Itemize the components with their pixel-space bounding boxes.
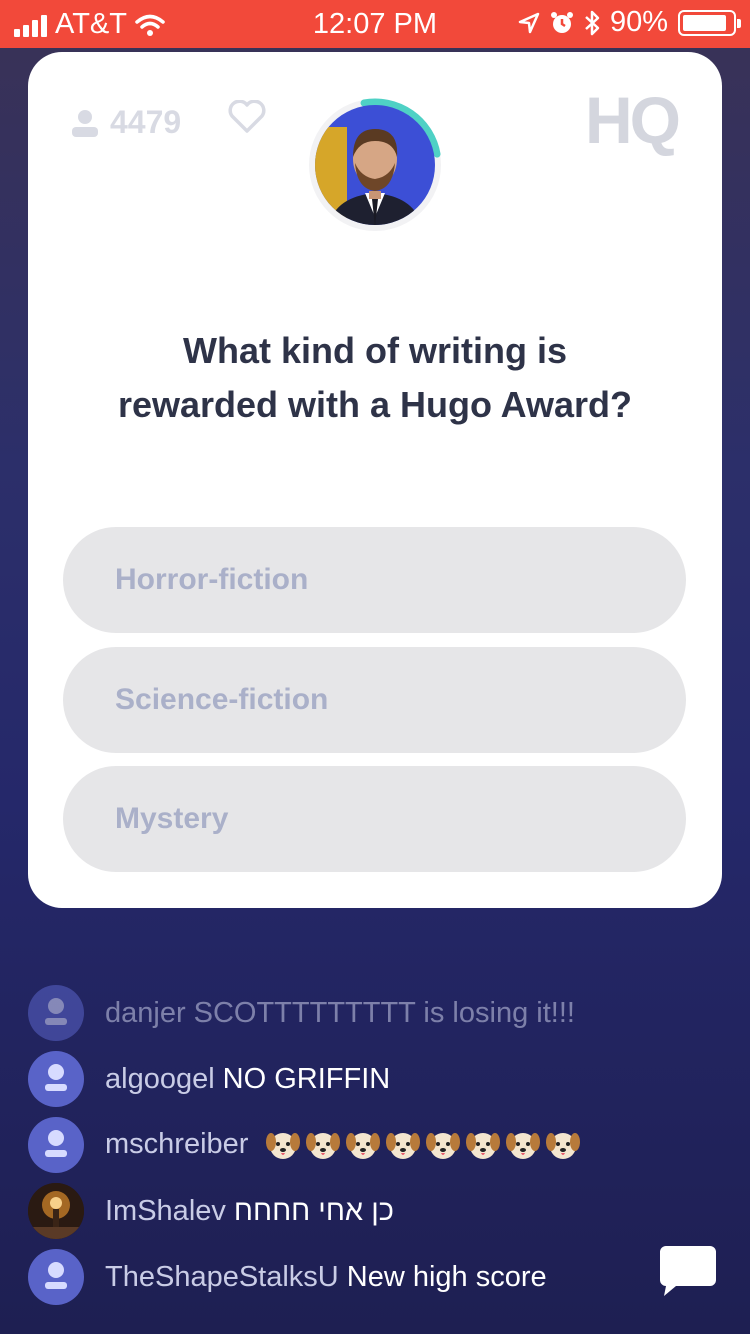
- status-right: 90%: [518, 6, 741, 39]
- avatar: [28, 1117, 84, 1173]
- chat-message-text: כן אחי חחחח: [233, 1194, 394, 1227]
- person-icon: [45, 998, 67, 1025]
- puppy-emoji-icon: [305, 1133, 340, 1160]
- avatar-photo-image: [28, 1183, 84, 1239]
- question-line-2: rewarded with a Hugo Award?: [117, 384, 633, 425]
- chat-username: algoogel: [105, 1062, 215, 1095]
- person-icon: [45, 1130, 67, 1157]
- answer-label: Science-fiction: [115, 683, 329, 716]
- chat-message: mschreiber: [28, 1112, 718, 1178]
- person-icon: [45, 1262, 67, 1289]
- chat-message: TheShapeStalksU New high score: [28, 1244, 718, 1310]
- avatar: [28, 985, 84, 1041]
- chat-username: ImShalev: [105, 1194, 226, 1227]
- puppy-emoji-icon: [465, 1133, 500, 1160]
- puppy-emoji-icon: [505, 1133, 540, 1160]
- answer-label: Horror-fiction: [115, 563, 309, 596]
- answer-label: Mystery: [115, 802, 229, 835]
- puppy-emoji-icon: [385, 1133, 420, 1160]
- chat-username: danjer: [105, 996, 186, 1029]
- person-icon: [72, 109, 98, 137]
- person-icon: [45, 1064, 67, 1091]
- battery-icon: [678, 9, 741, 36]
- chat-message-text: NO GRIFFIN: [222, 1062, 391, 1095]
- avatar-photo: [28, 1183, 84, 1239]
- alarm-clock-icon: [550, 11, 573, 33]
- chat-username: TheShapeStalksU: [105, 1260, 339, 1293]
- status-bar: AT&T 12:07 PM 90%: [0, 0, 750, 48]
- chat-message: danjer SCOTTTTTTTTT is losing it!!!: [28, 980, 718, 1046]
- chat-feed: danjer SCOTTTTTTTTT is losing it!!! algoo…: [28, 980, 718, 1310]
- bluetooth-icon: [585, 10, 600, 35]
- viewer-count: 4479: [70, 104, 181, 141]
- viewer-count-value: 4479: [110, 104, 182, 140]
- question-line-1: What kind of writing is: [183, 330, 567, 371]
- battery-percent: 90%: [609, 6, 668, 38]
- answer-option-2[interactable]: Science-fiction: [63, 647, 686, 753]
- question-text: What kind of writing is rewarded with a …: [58, 324, 692, 432]
- chat-message-text: New high score: [346, 1260, 547, 1293]
- question-card: 4479 HQ What kind of writing is rewarded…: [28, 52, 722, 908]
- heart-icon[interactable]: [228, 100, 266, 134]
- host-avatar: [309, 98, 441, 231]
- chat-message: algoogel NO GRIFFIN: [28, 1046, 718, 1112]
- puppy-emoji-icon: [345, 1133, 380, 1160]
- chat-message: ImShalev כן אחי חחחח: [28, 1178, 718, 1244]
- emoji-row: [265, 1128, 581, 1162]
- puppy-emoji-icon: [265, 1133, 300, 1160]
- puppy-emoji-icon: [425, 1133, 460, 1160]
- avatar: [28, 1249, 84, 1305]
- chat-bubble-icon[interactable]: [658, 1242, 718, 1298]
- answer-option-1[interactable]: Horror-fiction: [63, 527, 686, 633]
- chat-message-text: SCOTTTTTTTTT is losing it!!!: [193, 996, 575, 1029]
- location-arrow-icon: [518, 12, 540, 33]
- puppy-emoji-icon: [545, 1133, 580, 1160]
- chat-username: mschreiber: [105, 1127, 249, 1160]
- avatar: [28, 1051, 84, 1107]
- hq-logo: HQ: [585, 83, 681, 157]
- answer-option-3[interactable]: Mystery: [63, 766, 686, 872]
